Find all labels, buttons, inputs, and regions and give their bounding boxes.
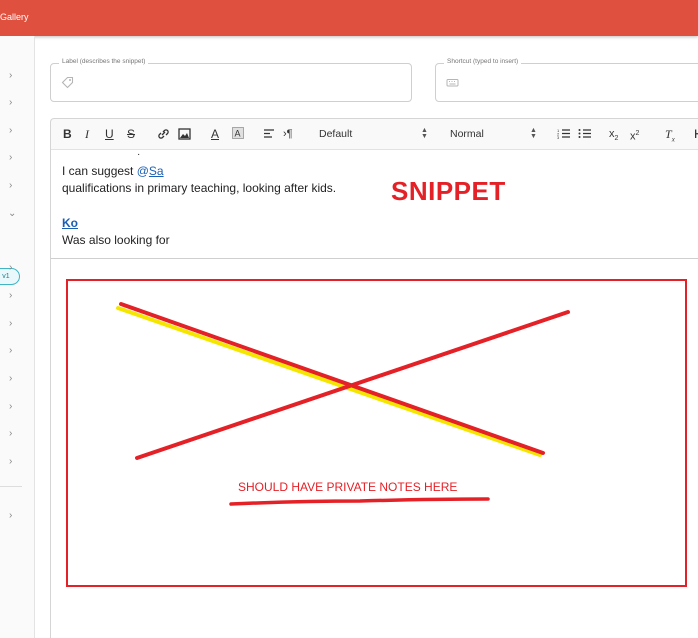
annotation-underline (229, 497, 490, 506)
annotation-notes-label: SHOULD HAVE PRIVATE NOTES HERE (238, 480, 458, 494)
annotation-cross-stroke (119, 302, 545, 455)
annotation-cross-overlay (116, 302, 570, 506)
annotation-highlight-stroke (116, 306, 542, 457)
